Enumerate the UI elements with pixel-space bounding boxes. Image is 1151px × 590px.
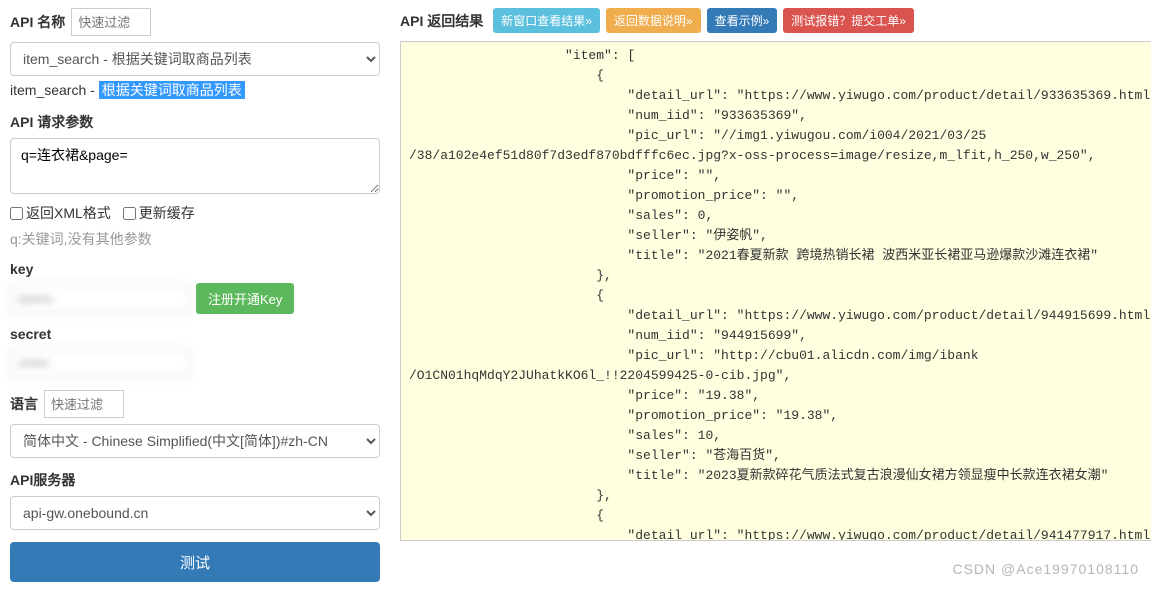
data-desc-button[interactable]: 返回数据说明» — [606, 8, 701, 33]
cache-checkbox-label[interactable]: 更新缓存 — [123, 203, 195, 223]
lang-label: 语言 — [10, 394, 38, 414]
req-params-textarea[interactable] — [10, 138, 380, 194]
lang-filter-input[interactable] — [44, 390, 124, 418]
server-select[interactable]: api-gw.onebound.cn — [10, 496, 380, 530]
secret-input[interactable] — [10, 348, 190, 378]
api-name-label: API 名称 — [10, 12, 65, 32]
left-panel: API 名称 item_search - 根据关键词取商品列表 item_sea… — [10, 8, 380, 582]
api-name-filter-input[interactable] — [71, 8, 151, 36]
key-label: key — [10, 261, 380, 277]
api-name-select[interactable]: item_search - 根据关键词取商品列表 — [10, 42, 380, 76]
api-desc: item_search - 根据关键词取商品列表 — [10, 80, 380, 100]
xml-checkbox[interactable] — [10, 207, 23, 220]
lang-select[interactable]: 简体中文 - Chinese Simplified(中文[简体])#zh-CN — [10, 424, 380, 458]
req-params-label: API 请求参数 — [10, 112, 380, 132]
result-title: API 返回结果 — [400, 11, 483, 31]
example-button[interactable]: 查看示例» — [707, 8, 778, 33]
report-button[interactable]: 测试报错？提交工单» — [783, 8, 914, 33]
cache-checkbox[interactable] — [123, 207, 136, 220]
server-label: API服务器 — [10, 470, 380, 490]
test-button[interactable]: 测试 — [10, 542, 380, 582]
right-panel: API 返回结果 新窗口查看结果» 返回数据说明» 查看示例» 测试报错？提交工… — [400, 8, 1151, 582]
key-input[interactable] — [10, 284, 190, 314]
secret-label: secret — [10, 326, 380, 342]
params-hint: q:关键词,没有其他参数 — [10, 229, 380, 249]
result-json-box[interactable]: "item": [ { "detail_url": "https://www.y… — [400, 41, 1151, 541]
xml-checkbox-label[interactable]: 返回XML格式 — [10, 203, 111, 223]
result-header: API 返回结果 新窗口查看结果» 返回数据说明» 查看示例» 测试报错？提交工… — [400, 8, 1151, 33]
register-key-button[interactable]: 注册开通Key — [196, 283, 294, 314]
new-window-button[interactable]: 新窗口查看结果» — [493, 8, 600, 33]
